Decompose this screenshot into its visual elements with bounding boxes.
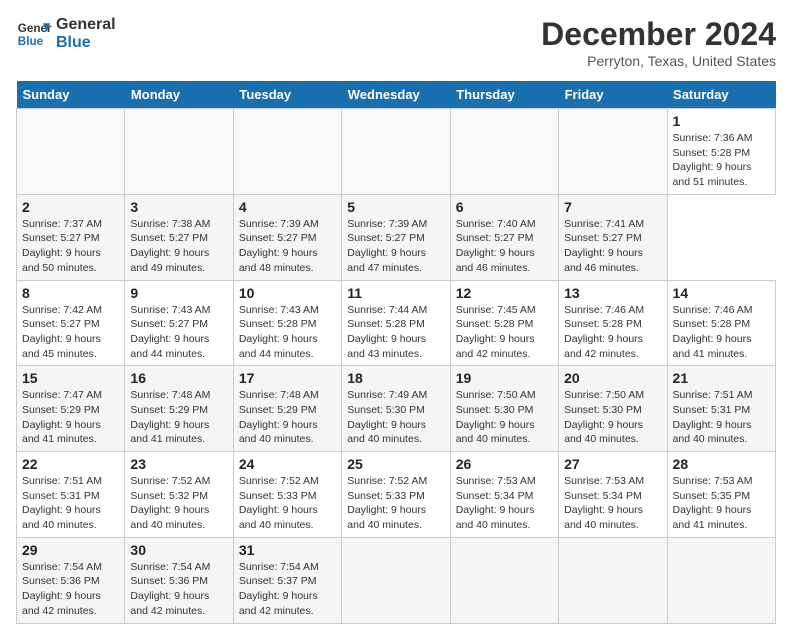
calendar-week-6: 29Sunrise: 7:54 AMSunset: 5:36 PMDayligh… xyxy=(17,537,776,623)
calendar-cell-10: 10Sunrise: 7:43 AMSunset: 5:28 PMDayligh… xyxy=(233,280,341,366)
calendar-cell-27: 27Sunrise: 7:53 AMSunset: 5:34 PMDayligh… xyxy=(559,452,667,538)
calendar-table: SundayMondayTuesdayWednesdayThursdayFrid… xyxy=(16,81,776,624)
calendar-cell-empty xyxy=(17,109,125,195)
calendar-cell-25: 25Sunrise: 7:52 AMSunset: 5:33 PMDayligh… xyxy=(342,452,450,538)
calendar-cell-11: 11Sunrise: 7:44 AMSunset: 5:28 PMDayligh… xyxy=(342,280,450,366)
title-area: December 2024 Perryton, Texas, United St… xyxy=(541,16,776,69)
month-title: December 2024 xyxy=(541,16,776,53)
calendar-cell-29: 29Sunrise: 7:54 AMSunset: 5:36 PMDayligh… xyxy=(17,537,125,623)
weekday-header-friday: Friday xyxy=(559,81,667,109)
calendar-cell-empty xyxy=(125,109,233,195)
calendar-cell-26: 26Sunrise: 7:53 AMSunset: 5:34 PMDayligh… xyxy=(450,452,558,538)
logo: General Blue General Blue xyxy=(16,16,116,52)
calendar-cell-13: 13Sunrise: 7:46 AMSunset: 5:28 PMDayligh… xyxy=(559,280,667,366)
calendar-week-1: 1Sunrise: 7:36 AMSunset: 5:28 PMDaylight… xyxy=(17,109,776,195)
calendar-cell-empty xyxy=(450,537,558,623)
calendar-cell-empty xyxy=(342,109,450,195)
calendar-cell-15: 15Sunrise: 7:47 AMSunset: 5:29 PMDayligh… xyxy=(17,366,125,452)
calendar-cell-23: 23Sunrise: 7:52 AMSunset: 5:32 PMDayligh… xyxy=(125,452,233,538)
weekday-header-tuesday: Tuesday xyxy=(233,81,341,109)
calendar-body: 1Sunrise: 7:36 AMSunset: 5:28 PMDaylight… xyxy=(17,109,776,624)
calendar-cell-7: 7Sunrise: 7:41 AMSunset: 5:27 PMDaylight… xyxy=(559,194,667,280)
calendar-cell-31: 31Sunrise: 7:54 AMSunset: 5:37 PMDayligh… xyxy=(233,537,341,623)
calendar-cell-2: 2Sunrise: 7:37 AMSunset: 5:27 PMDaylight… xyxy=(17,194,125,280)
weekday-header-saturday: Saturday xyxy=(667,81,775,109)
page-header: General Blue General Blue December 2024 … xyxy=(16,16,776,69)
weekday-header-monday: Monday xyxy=(125,81,233,109)
calendar-cell-1: 1Sunrise: 7:36 AMSunset: 5:28 PMDaylight… xyxy=(667,109,775,195)
calendar-cell-5: 5Sunrise: 7:39 AMSunset: 5:27 PMDaylight… xyxy=(342,194,450,280)
calendar-cell-empty xyxy=(342,537,450,623)
location: Perryton, Texas, United States xyxy=(541,53,776,69)
calendar-cell-14: 14Sunrise: 7:46 AMSunset: 5:28 PMDayligh… xyxy=(667,280,775,366)
calendar-cell-16: 16Sunrise: 7:48 AMSunset: 5:29 PMDayligh… xyxy=(125,366,233,452)
calendar-week-3: 8Sunrise: 7:42 AMSunset: 5:27 PMDaylight… xyxy=(17,280,776,366)
logo-icon: General Blue xyxy=(16,16,52,52)
calendar-cell-22: 22Sunrise: 7:51 AMSunset: 5:31 PMDayligh… xyxy=(17,452,125,538)
calendar-cell-19: 19Sunrise: 7:50 AMSunset: 5:30 PMDayligh… xyxy=(450,366,558,452)
calendar-cell-17: 17Sunrise: 7:48 AMSunset: 5:29 PMDayligh… xyxy=(233,366,341,452)
calendar-cell-empty xyxy=(667,537,775,623)
weekday-header-thursday: Thursday xyxy=(450,81,558,109)
calendar-week-4: 15Sunrise: 7:47 AMSunset: 5:29 PMDayligh… xyxy=(17,366,776,452)
svg-text:Blue: Blue xyxy=(18,35,44,48)
weekday-header-wednesday: Wednesday xyxy=(342,81,450,109)
calendar-cell-21: 21Sunrise: 7:51 AMSunset: 5:31 PMDayligh… xyxy=(667,366,775,452)
calendar-cell-empty xyxy=(233,109,341,195)
calendar-cell-20: 20Sunrise: 7:50 AMSunset: 5:30 PMDayligh… xyxy=(559,366,667,452)
calendar-cell-24: 24Sunrise: 7:52 AMSunset: 5:33 PMDayligh… xyxy=(233,452,341,538)
calendar-cell-empty xyxy=(559,109,667,195)
calendar-cell-18: 18Sunrise: 7:49 AMSunset: 5:30 PMDayligh… xyxy=(342,366,450,452)
weekday-header-sunday: Sunday xyxy=(17,81,125,109)
logo-blue: Blue xyxy=(56,34,116,52)
calendar-cell-4: 4Sunrise: 7:39 AMSunset: 5:27 PMDaylight… xyxy=(233,194,341,280)
calendar-week-2: 2Sunrise: 7:37 AMSunset: 5:27 PMDaylight… xyxy=(17,194,776,280)
calendar-cell-8: 8Sunrise: 7:42 AMSunset: 5:27 PMDaylight… xyxy=(17,280,125,366)
calendar-cell-28: 28Sunrise: 7:53 AMSunset: 5:35 PMDayligh… xyxy=(667,452,775,538)
calendar-cell-3: 3Sunrise: 7:38 AMSunset: 5:27 PMDaylight… xyxy=(125,194,233,280)
calendar-cell-12: 12Sunrise: 7:45 AMSunset: 5:28 PMDayligh… xyxy=(450,280,558,366)
calendar-cell-6: 6Sunrise: 7:40 AMSunset: 5:27 PMDaylight… xyxy=(450,194,558,280)
calendar-cell-empty xyxy=(450,109,558,195)
calendar-cell-empty xyxy=(559,537,667,623)
calendar-cell-30: 30Sunrise: 7:54 AMSunset: 5:36 PMDayligh… xyxy=(125,537,233,623)
calendar-week-5: 22Sunrise: 7:51 AMSunset: 5:31 PMDayligh… xyxy=(17,452,776,538)
calendar-cell-9: 9Sunrise: 7:43 AMSunset: 5:27 PMDaylight… xyxy=(125,280,233,366)
calendar-header-row: SundayMondayTuesdayWednesdayThursdayFrid… xyxy=(17,81,776,109)
logo-general: General xyxy=(56,16,116,34)
